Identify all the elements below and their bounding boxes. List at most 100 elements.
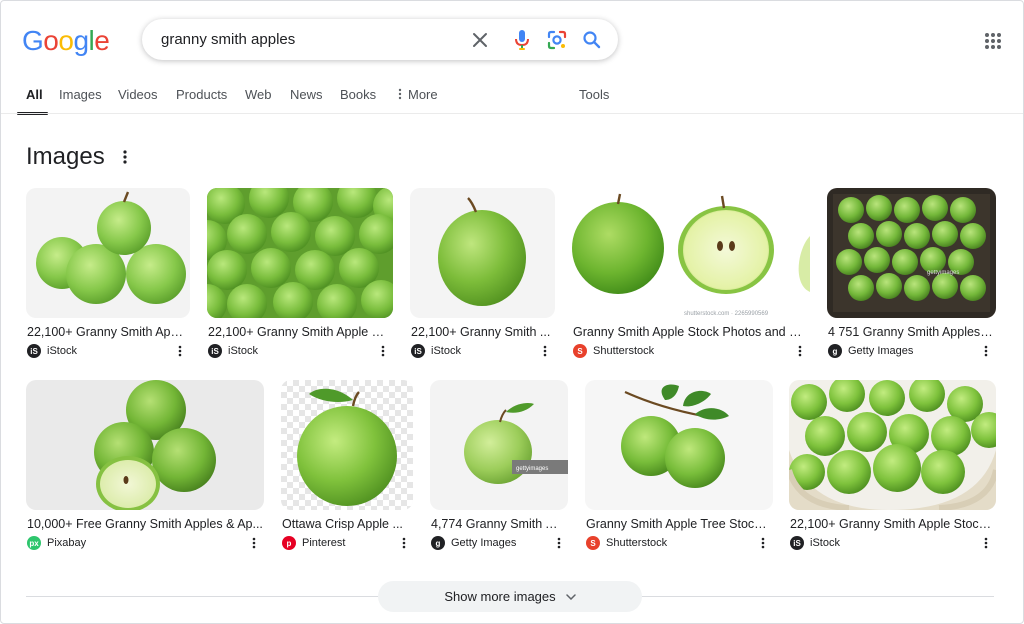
- result-more-icon[interactable]: [174, 343, 186, 359]
- istock-favicon-icon: iS: [208, 344, 222, 358]
- getty-favicon-icon: g: [431, 536, 445, 550]
- result-source-label: Pinterest: [302, 537, 346, 549]
- result-title[interactable]: 22,100+ Granny Smith ...: [411, 325, 554, 339]
- result-more-icon[interactable]: [539, 343, 551, 359]
- tab-all[interactable]: All: [26, 87, 43, 102]
- result-more-icon[interactable]: [794, 343, 806, 359]
- pinterest-favicon-icon: p: [282, 536, 296, 550]
- image-result-card[interactable]: 22,100+ Granny Smith ... iS iStock: [410, 188, 555, 363]
- camera-lens-icon[interactable]: [545, 28, 569, 52]
- shutterstock-favicon-icon: S: [573, 344, 587, 358]
- result-source[interactable]: p Pinterest: [282, 535, 345, 551]
- image-result-card[interactable]: 10,000+ Free Granny Smith Apples & Ap...…: [26, 380, 264, 555]
- result-source[interactable]: iS iStock: [27, 343, 77, 359]
- result-source-label: Shutterstock: [606, 537, 668, 549]
- result-thumbnail[interactable]: shutterstock.com · 2265990569: [572, 188, 810, 318]
- result-source-label: iStock: [431, 345, 461, 357]
- result-thumbnail[interactable]: [410, 188, 555, 318]
- result-title[interactable]: 22,100+ Granny Smith Appl...: [27, 325, 187, 339]
- search-icon[interactable]: [580, 28, 604, 52]
- result-more-icon[interactable]: [398, 535, 410, 551]
- image-result-card[interactable]: gettyimages 4,774 Granny Smith A... g Ge…: [430, 380, 568, 555]
- result-source[interactable]: S Shutterstock: [573, 343, 654, 359]
- image-result-card[interactable]: shutterstock.com · 2265990569 Granny Smi…: [572, 188, 810, 363]
- tab-more[interactable]: More: [398, 87, 438, 103]
- result-thumbnail[interactable]: [26, 188, 190, 318]
- result-source-label: Shutterstock: [593, 345, 655, 357]
- result-source-label: Getty Images: [848, 345, 914, 357]
- tab-books[interactable]: Books: [340, 87, 376, 102]
- result-title[interactable]: Granny Smith Apple Tree Stock ...: [586, 517, 770, 531]
- apps-grid-icon[interactable]: [981, 29, 1005, 53]
- more-vert-icon: [398, 88, 404, 103]
- shutterstock-favicon-icon: S: [586, 536, 600, 550]
- istock-favicon-icon: iS: [27, 344, 41, 358]
- result-source-label: Getty Images: [451, 537, 517, 549]
- result-source[interactable]: iS iStock: [790, 535, 840, 551]
- tabs-divider: [1, 113, 1023, 114]
- result-source[interactable]: S Shutterstock: [586, 535, 667, 551]
- result-more-icon[interactable]: [377, 343, 389, 359]
- result-thumbnail[interactable]: [789, 380, 996, 510]
- tab-tools[interactable]: Tools: [579, 87, 609, 102]
- getty-watermark: gettyimages: [927, 270, 959, 276]
- result-thumbnail[interactable]: [585, 380, 773, 510]
- image-result-card[interactable]: Granny Smith Apple Tree Stock ... S Shut…: [585, 380, 773, 555]
- tab-web[interactable]: Web: [245, 87, 272, 102]
- result-title[interactable]: Granny Smith Apple Stock Photos and Pi..…: [573, 325, 809, 339]
- result-title[interactable]: 4 751 Granny Smith Apples ...: [828, 325, 994, 339]
- result-title[interactable]: 22,100+ Granny Smith Apple Stock ...: [790, 517, 995, 531]
- logo-letter: e: [94, 25, 110, 56]
- pixabay-favicon-icon: px: [27, 536, 41, 550]
- google-logo[interactable]: Google: [22, 25, 110, 57]
- result-source[interactable]: g Getty Images: [431, 535, 516, 551]
- tab-news[interactable]: News: [290, 87, 323, 102]
- result-more-icon[interactable]: [980, 343, 992, 359]
- search-input[interactable]: granny smith apples: [161, 31, 295, 48]
- image-result-card[interactable]: gettyimages 4 751 Granny Smith Apples ..…: [827, 188, 996, 363]
- result-source-label: iStock: [810, 537, 840, 549]
- section-menu-icon[interactable]: [118, 148, 132, 166]
- result-title[interactable]: 10,000+ Free Granny Smith Apples & Ap...: [27, 517, 263, 531]
- chevron-down-icon: [565, 593, 576, 600]
- result-thumbnail[interactable]: gettyimages: [827, 188, 996, 318]
- result-more-icon[interactable]: [553, 535, 565, 551]
- tab-images[interactable]: Images: [59, 87, 102, 102]
- result-title[interactable]: Ottawa Crisp Apple ...: [282, 517, 407, 531]
- tab-videos[interactable]: Videos: [118, 87, 158, 102]
- result-more-icon[interactable]: [248, 535, 260, 551]
- tab-products[interactable]: Products: [176, 87, 227, 102]
- result-source[interactable]: iS iStock: [208, 343, 258, 359]
- result-title[interactable]: 4,774 Granny Smith A...: [431, 517, 561, 531]
- image-result-card[interactable]: 22,100+ Granny Smith Apple St... iS iSto…: [207, 188, 393, 363]
- result-thumbnail[interactable]: [26, 380, 264, 510]
- image-result-card[interactable]: 22,100+ Granny Smith Appl... iS iStock: [26, 188, 190, 363]
- microphone-icon[interactable]: [510, 28, 534, 52]
- result-source[interactable]: g Getty Images: [828, 343, 913, 359]
- page-frame: Google granny smith apples All Images Vi…: [0, 0, 1024, 624]
- close-icon[interactable]: [468, 28, 492, 52]
- logo-letter: G: [22, 25, 44, 56]
- result-thumbnail[interactable]: gettyimages: [430, 380, 568, 510]
- result-thumbnail[interactable]: [207, 188, 393, 318]
- result-source-label: iStock: [47, 345, 77, 357]
- result-source-label: iStock: [228, 345, 258, 357]
- logo-letter: o: [58, 25, 74, 56]
- logo-letter: g: [73, 25, 89, 56]
- result-more-icon[interactable]: [980, 535, 992, 551]
- result-title[interactable]: 22,100+ Granny Smith Apple St...: [208, 325, 392, 339]
- image-result-card[interactable]: Ottawa Crisp Apple ... p Pinterest: [281, 380, 413, 555]
- getty-watermark: gettyimages: [516, 466, 548, 472]
- image-result-card[interactable]: 22,100+ Granny Smith Apple Stock ... iS …: [789, 380, 996, 555]
- result-more-icon[interactable]: [757, 535, 769, 551]
- result-source[interactable]: px Pixabay: [27, 535, 86, 551]
- istock-favicon-icon: iS: [411, 344, 425, 358]
- show-more-label: Show more images: [444, 589, 556, 604]
- search-tabs: All Images Videos Products Web News Book…: [1, 85, 1023, 115]
- istock-favicon-icon: iS: [790, 536, 804, 550]
- search-box[interactable]: granny smith apples: [142, 19, 618, 60]
- result-source[interactable]: iS iStock: [411, 343, 461, 359]
- show-more-images-button[interactable]: Show more images: [378, 581, 642, 612]
- result-thumbnail[interactable]: [281, 380, 413, 510]
- tab-more-label: More: [408, 87, 438, 102]
